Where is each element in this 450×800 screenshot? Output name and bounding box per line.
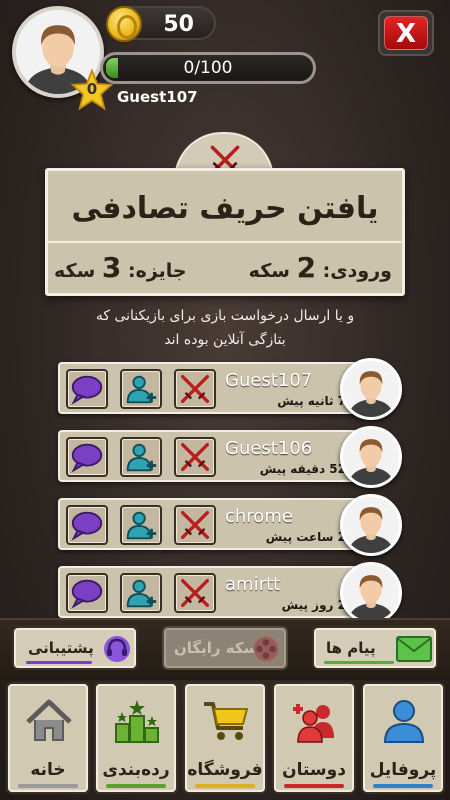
player-avatar[interactable] — [340, 494, 402, 556]
add-friend-button[interactable] — [120, 437, 162, 477]
nav-friends-underline — [284, 784, 344, 788]
challenge-button[interactable] — [174, 505, 216, 545]
nav-home[interactable]: خانه — [6, 682, 90, 794]
prize: جایزه: 3 سکه — [54, 251, 187, 284]
chat-button[interactable] — [66, 437, 108, 477]
challenge-button[interactable] — [174, 437, 216, 477]
chat-button[interactable] — [66, 369, 108, 409]
nav-profile-underline — [373, 784, 433, 788]
nav-profile-label: پروفایل — [369, 760, 437, 780]
player-last-seen: 7 ثانیه پیش — [277, 394, 346, 408]
player-row: amirtt2 روز پیش — [58, 566, 358, 618]
chat-button[interactable] — [66, 573, 108, 613]
prize-unit: سکه — [54, 260, 96, 282]
player-row: chrome 2 ساعت پیش — [58, 498, 358, 550]
player-row: Guest107 7 ثانیه پیش — [58, 362, 358, 414]
add-user-icon — [122, 511, 160, 547]
shopping-cart-icon — [204, 702, 249, 740]
panel-divider — [48, 241, 402, 243]
player-row: Guest106 52 دقیقه پیش — [58, 430, 358, 482]
description: و یا ارسال درخواست بازی برای بازیکنانی ک… — [40, 304, 410, 352]
film-reel-icon — [253, 636, 279, 662]
entry-unit: سکه — [248, 260, 290, 282]
challenge-button[interactable] — [174, 573, 216, 613]
profile-icon — [383, 700, 425, 743]
prize-amount: 3 — [101, 251, 122, 284]
nav-shop-label: فروشگاه — [187, 760, 263, 780]
random-opponent-panel[interactable]: یافتن حریف تصادفی ورودی: 2 سکه جایزه: 3 … — [45, 168, 405, 296]
support-button[interactable]: پشتیبانی — [12, 626, 138, 670]
nav-profile[interactable]: پروفایل — [361, 682, 445, 794]
player-last-seen: 2 روز پیش — [281, 598, 346, 612]
nav-ranking-label: رده‌بندی — [102, 760, 170, 780]
add-user-icon — [122, 443, 160, 479]
xp-text: 0/100 — [183, 58, 233, 78]
player-avatar[interactable] — [340, 358, 402, 420]
messages-button[interactable]: پیام ها — [312, 626, 438, 670]
nav-friends[interactable]: دوستان — [272, 682, 356, 794]
free-coins-label: سکه رایگان — [174, 639, 259, 657]
challenge-button[interactable] — [174, 369, 216, 409]
chat-button[interactable] — [66, 505, 108, 545]
support-underline — [26, 661, 92, 664]
person-icon — [343, 429, 399, 485]
envelope-icon — [396, 636, 432, 662]
crossed-swords-icon — [176, 374, 214, 411]
podium-icon — [115, 700, 159, 743]
entry-label: ورودی: — [322, 260, 392, 282]
add-user-icon — [122, 579, 160, 615]
free-coins-button[interactable]: سکه رایگان — [162, 626, 288, 670]
nav-friends-label: دوستان — [282, 760, 346, 780]
entry-fee: ورودی: 2 سکه — [249, 251, 392, 284]
chat-bubble-icon — [68, 511, 106, 547]
chat-bubble-icon — [68, 375, 106, 411]
close-label: X — [384, 16, 428, 50]
add-friend-button[interactable] — [120, 573, 162, 613]
chat-bubble-icon — [68, 443, 106, 479]
description-line-2: بتازگی آنلاین بوده اند — [164, 332, 286, 348]
nav-home-underline — [18, 784, 78, 788]
crossed-swords-icon — [176, 510, 214, 547]
xp-bar: 0/100 — [100, 52, 316, 84]
add-friend-button[interactable] — [120, 505, 162, 545]
home-icon — [26, 699, 72, 741]
player-avatar[interactable] — [340, 426, 402, 488]
level-number: 0 — [86, 80, 98, 98]
messages-label: پیام ها — [326, 639, 376, 657]
coin-icon — [106, 6, 142, 42]
username: Guest107 — [117, 88, 198, 106]
messages-underline — [324, 661, 394, 664]
player-last-seen: 52 دقیقه پیش — [259, 462, 346, 476]
chat-bubble-icon — [68, 579, 106, 615]
add-friend-button[interactable] — [120, 369, 162, 409]
player-name: Guest107 — [225, 370, 313, 391]
coin-counter: 50 — [106, 6, 216, 42]
player-name: amirtt — [225, 574, 281, 595]
entry-amount: 2 — [296, 251, 317, 284]
player-avatar[interactable] — [340, 562, 402, 624]
crossed-swords-icon — [176, 442, 214, 479]
close-button[interactable]: X — [378, 10, 434, 56]
person-icon — [343, 497, 399, 553]
add-user-icon — [122, 375, 160, 411]
friends-icon — [293, 704, 334, 743]
person-icon — [343, 361, 399, 417]
nav-ranking[interactable]: رده‌بندی — [94, 682, 178, 794]
nav-home-label: خانه — [30, 760, 66, 780]
nav-ranking-underline — [106, 784, 166, 788]
panel-title: یافتن حریف تصادفی — [71, 191, 379, 226]
player-name: chrome — [225, 506, 293, 527]
player-name: Guest106 — [225, 438, 313, 459]
coin-value: 50 — [163, 12, 194, 37]
person-icon — [343, 565, 399, 621]
description-line-1: و یا ارسال درخواست بازی برای بازیکنانی ک… — [95, 308, 355, 324]
nav-shop[interactable]: فروشگاه — [183, 682, 267, 794]
player-last-seen: 2 ساعت پیش — [265, 530, 346, 544]
prize-label: جایزه: — [128, 260, 187, 282]
headset-icon — [104, 636, 130, 662]
crossed-swords-icon — [176, 578, 214, 615]
support-label: پشتیبانی — [28, 639, 94, 657]
nav-shop-underline — [195, 784, 255, 788]
